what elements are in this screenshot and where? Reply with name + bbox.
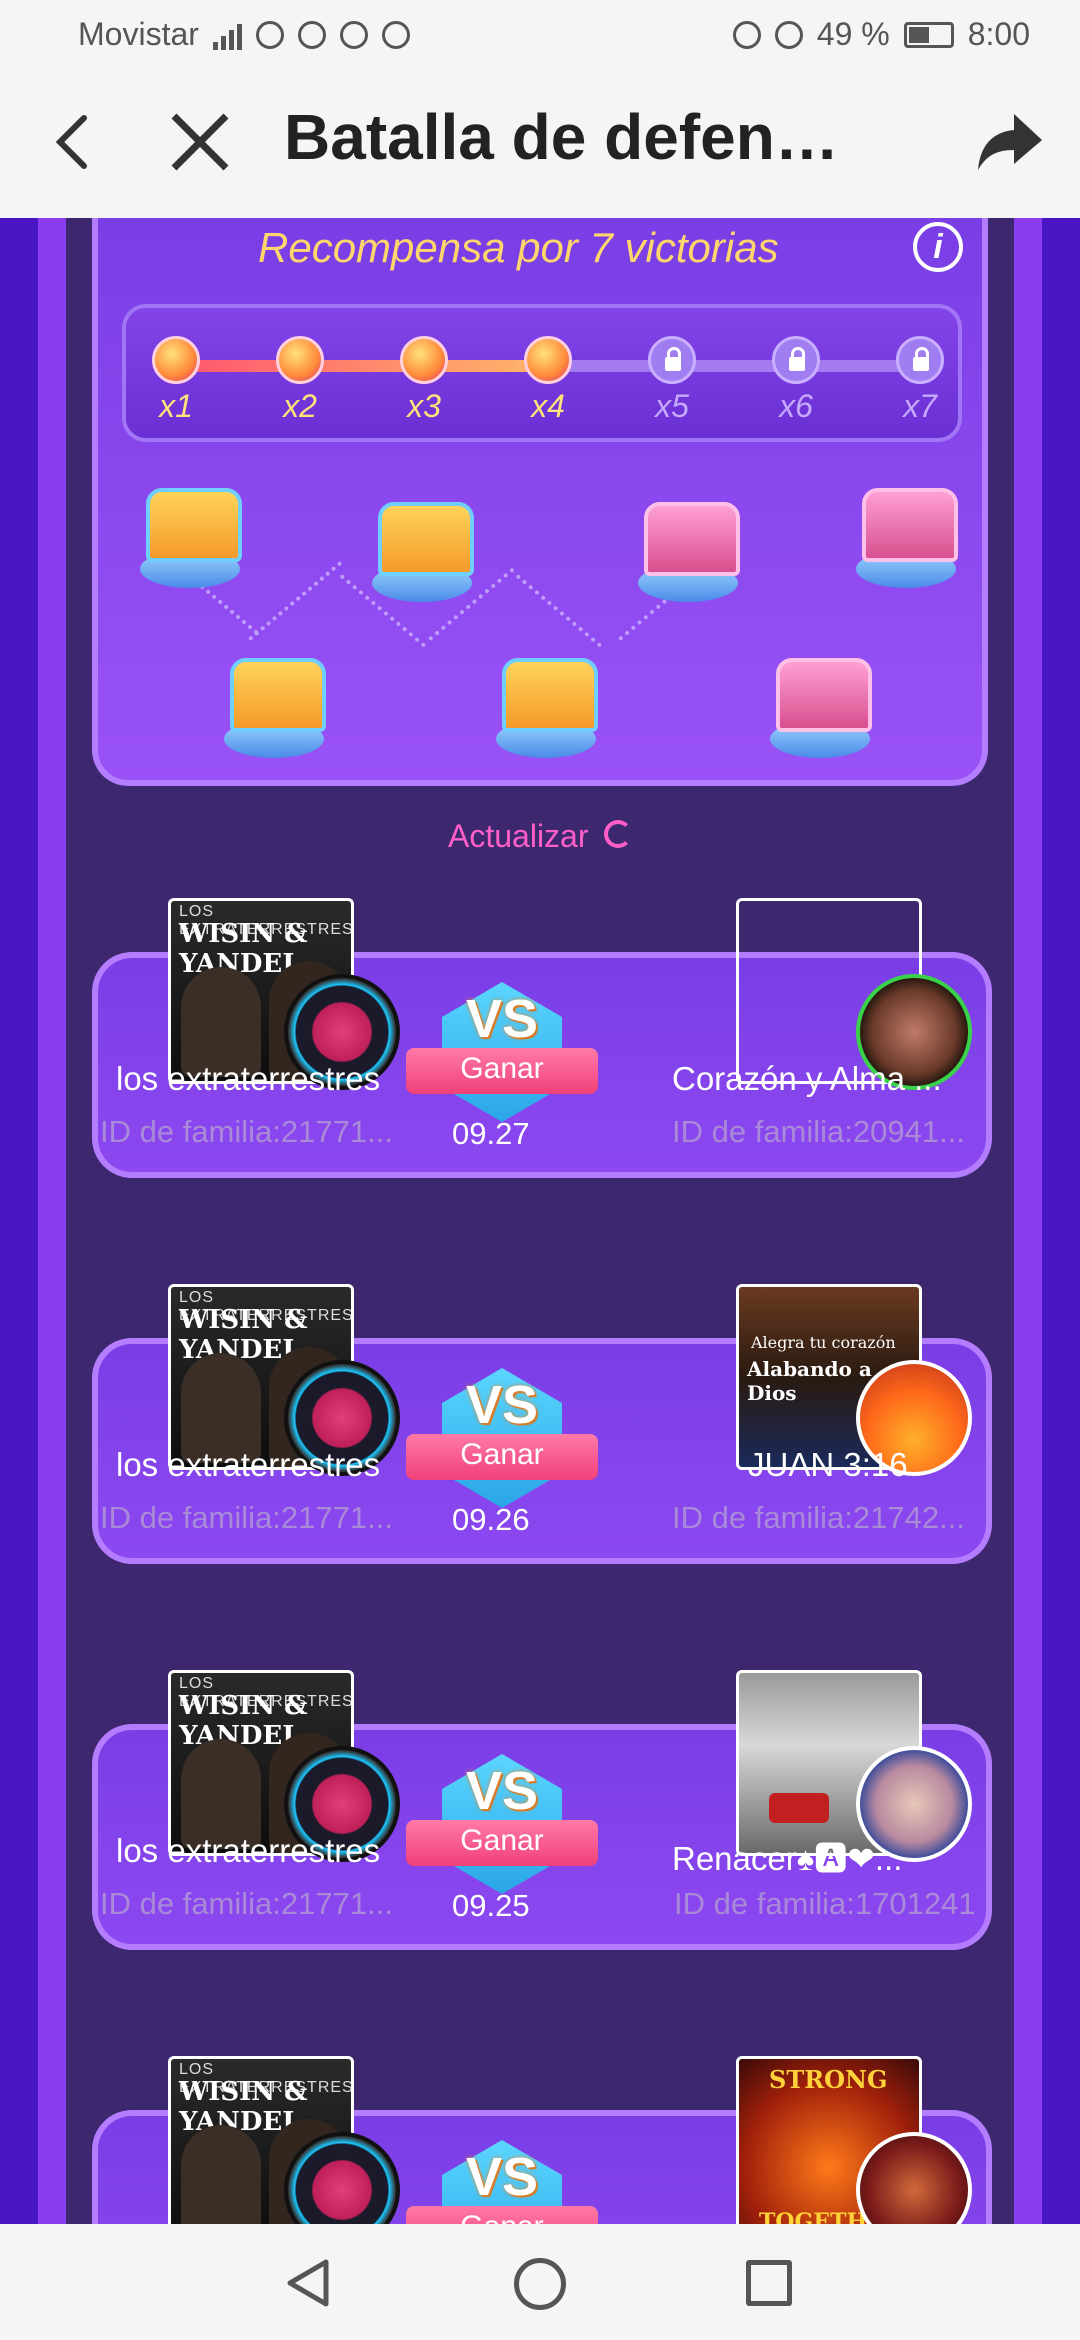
mute-icon xyxy=(774,20,803,49)
chest-icon xyxy=(856,488,958,600)
step-label: x7 xyxy=(903,388,937,424)
carrier-label: Movistar xyxy=(78,16,199,52)
chest-icon xyxy=(496,658,598,770)
progress-track: x1 x2 x3 x4 x5 x6 x7 xyxy=(122,304,962,442)
nav-recents-icon[interactable] xyxy=(746,2260,792,2306)
completed-medal-icon xyxy=(276,336,324,384)
step-label: x4 xyxy=(531,388,565,424)
step-3: x3 xyxy=(396,336,452,425)
step-label: x3 xyxy=(407,388,441,424)
step-label: x2 xyxy=(283,388,317,424)
step-1: x1 xyxy=(148,336,204,425)
step-6: x6 xyxy=(768,336,824,425)
chest-icon xyxy=(372,502,474,614)
step-2: x2 xyxy=(272,336,328,425)
progress-bar-fill xyxy=(156,360,531,372)
nav-home-icon[interactable] xyxy=(514,2258,566,2310)
battle-date: 09.26 xyxy=(452,1502,530,1537)
step-label: x1 xyxy=(159,388,193,424)
right-family-id: ID de familia:1701241 xyxy=(674,1886,976,1921)
info-icon[interactable]: i xyxy=(913,222,963,272)
result-label: Ganar xyxy=(460,1438,544,1471)
left-family-id: ID de familia:21771... xyxy=(100,1500,393,1535)
clock: 8:00 xyxy=(967,16,1030,52)
result-badge: VS Ganar xyxy=(406,2140,598,2224)
chest-icon xyxy=(770,658,872,770)
result-label: Ganar xyxy=(406,2210,598,2224)
signal-icon xyxy=(212,20,242,50)
step-4: x4 xyxy=(520,336,576,425)
left-border xyxy=(38,218,66,2224)
battery-percent: 49 % xyxy=(816,16,890,52)
result-label: Ganar xyxy=(460,1052,544,1085)
left-family-name: los extraterrestres xyxy=(116,1446,381,1483)
wifi-icon xyxy=(255,20,284,49)
right-family-name: Corazón y Alma ... xyxy=(672,1060,942,1097)
battery-icon xyxy=(903,21,954,48)
main-content[interactable]: Recompensa por 7 victorias i x1 x2 x3 x4… xyxy=(0,218,1080,2224)
lock-icon xyxy=(772,336,820,384)
path-connector xyxy=(515,574,603,648)
result-label: Ganar xyxy=(460,1824,544,1857)
battle-date: 09.25 xyxy=(452,1888,530,1923)
left-family-id: ID de familia:21771... xyxy=(100,1114,393,1149)
path-connector xyxy=(248,560,343,642)
lock-icon xyxy=(648,336,696,384)
right-family-id: ID de familia:21742... xyxy=(672,1500,965,1535)
left-family-name: los extraterrestres xyxy=(116,1832,381,1869)
left-family-id: ID de familia:21771... xyxy=(100,1886,393,1921)
completed-medal-icon xyxy=(524,336,572,384)
notification-icon xyxy=(297,20,326,49)
right-family-id: ID de familia:20941... xyxy=(672,1114,965,1149)
lock-icon xyxy=(896,336,944,384)
step-label: x5 xyxy=(655,388,689,424)
page-title: Batalla de defen… xyxy=(284,101,839,173)
step-5: x5 xyxy=(644,336,700,425)
nav-back-icon[interactable] xyxy=(284,2258,334,2308)
alarm-icon xyxy=(732,20,761,49)
chest-icon xyxy=(140,488,242,600)
chest-icon xyxy=(224,658,326,770)
rewards-panel: Recompensa por 7 victorias i x1 x2 x3 x4… xyxy=(92,218,988,786)
system-navigation-bar xyxy=(0,2224,1080,2340)
battle-card[interactable]: LOS EXTRATERRESTRES WISIN & YANDEL VS Gan… xyxy=(92,898,992,1178)
refresh-icon[interactable] xyxy=(604,820,632,848)
left-family-name: los extraterrestres xyxy=(116,1060,381,1097)
status-bar: Movistar 49 % 8:00 xyxy=(0,0,1080,72)
back-arrow-icon[interactable] xyxy=(44,102,104,182)
battle-date: 09.27 xyxy=(452,1116,530,1151)
step-label: x6 xyxy=(779,388,813,424)
facebook-icon xyxy=(381,20,410,49)
share-icon[interactable] xyxy=(970,102,1050,182)
title-bar: Batalla de defen… xyxy=(0,72,1080,219)
battle-card[interactable]: LOS EXTRATERRESTRES WISIN & YANDEL VS Gan… xyxy=(92,1670,992,1950)
step-7: x7 xyxy=(892,336,948,425)
chest-icon xyxy=(638,502,740,614)
whatsapp-icon xyxy=(339,20,368,49)
close-icon[interactable] xyxy=(160,102,240,182)
right-border xyxy=(1014,218,1042,2224)
battle-card[interactable]: LOS EXTRATERRESTRES WISIN & YANDEL Alegra… xyxy=(92,1284,992,1564)
battle-card[interactable]: LOS EXTRATERRESTRES WISIN & YANDEL STRONG… xyxy=(92,2056,992,2224)
update-button[interactable]: Actualizar xyxy=(448,818,589,855)
completed-medal-icon xyxy=(400,336,448,384)
completed-medal-icon xyxy=(152,336,200,384)
right-family-name: JUAN 3:16 xyxy=(748,1446,908,1483)
rewards-title: Recompensa por 7 victorias xyxy=(258,224,779,271)
right-family-name: Renacer♠🅰❤... xyxy=(672,1840,903,1877)
